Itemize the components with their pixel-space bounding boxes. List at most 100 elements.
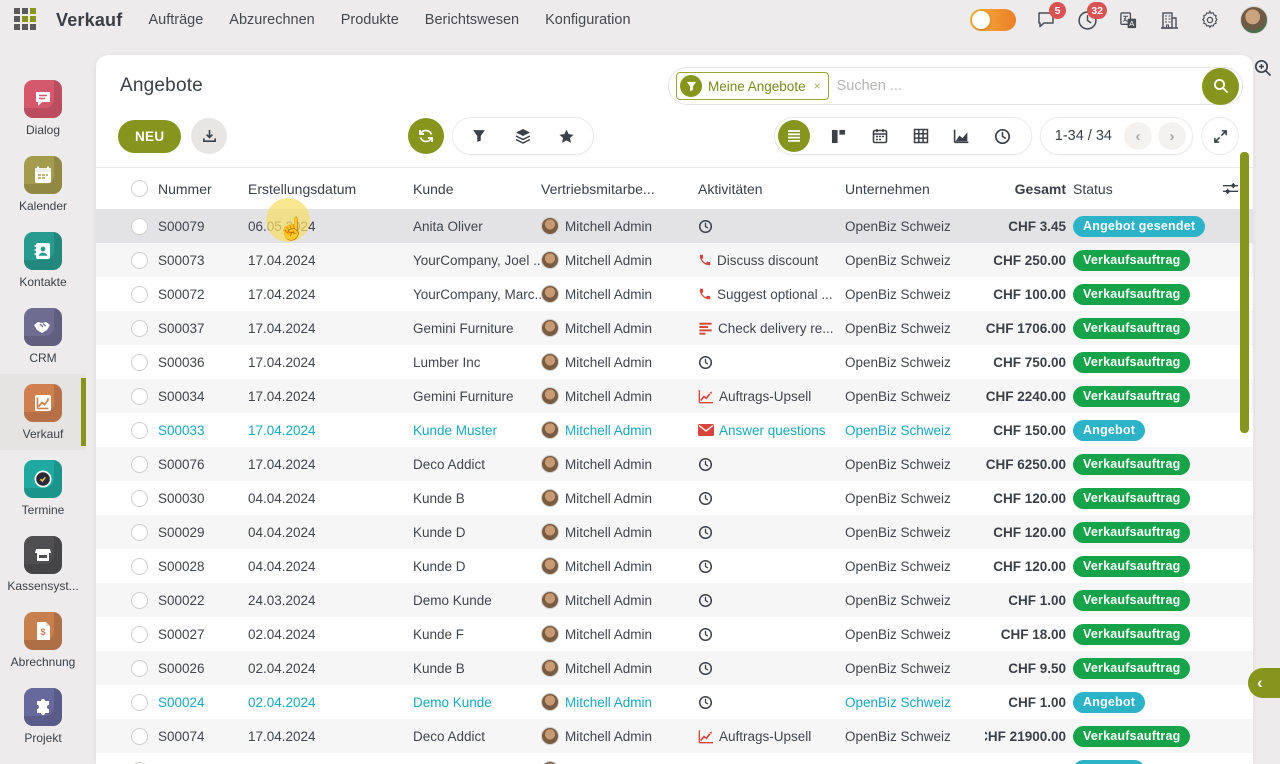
pager-prev-button[interactable]: ‹	[1124, 122, 1152, 150]
cell-activity[interactable]	[698, 457, 845, 472]
settings-button[interactable]	[1199, 9, 1221, 31]
menu-produkte[interactable]: Produkte	[341, 12, 399, 28]
row-checkbox[interactable]	[131, 320, 148, 337]
col-company[interactable]: Unternehmen	[845, 181, 985, 197]
export-button[interactable]	[191, 118, 227, 154]
activities-button[interactable]: 32	[1076, 9, 1098, 31]
clock-activity-icon[interactable]	[698, 525, 713, 540]
table-row[interactable]: S0002804.04.2024Kunde DMitchell AdminOpe…	[96, 549, 1253, 583]
clock-activity-icon[interactable]	[698, 661, 713, 676]
search-button[interactable]	[1202, 68, 1239, 105]
table-row[interactable]: S0002702.04.2024Kunde FMitchell AdminOpe…	[96, 617, 1253, 651]
clock-activity-icon[interactable]	[698, 219, 713, 234]
sidebar-item-verkauf[interactable]: Verkauf	[0, 374, 86, 450]
table-row[interactable]: S0003004.04.2024Kunde BMitchell AdminOpe…	[96, 481, 1253, 515]
clock-activity-icon[interactable]	[698, 695, 713, 710]
chart-activity-icon[interactable]	[698, 389, 714, 404]
zoom-magnifier-icon[interactable]	[1253, 58, 1273, 83]
clock-activity-icon[interactable]	[698, 457, 713, 472]
sidebar-item-projekt[interactable]: Projekt	[0, 678, 86, 754]
row-checkbox[interactable]	[131, 660, 148, 677]
row-checkbox[interactable]	[131, 422, 148, 439]
row-checkbox[interactable]	[131, 252, 148, 269]
row-checkbox[interactable]	[131, 456, 148, 473]
filters-icon[interactable]	[467, 124, 491, 148]
vertical-scrollbar[interactable]	[1240, 152, 1249, 433]
clock-activity-icon[interactable]	[698, 491, 713, 506]
menu-konfiguration[interactable]: Konfiguration	[545, 12, 630, 28]
cell-activity[interactable]	[698, 355, 845, 370]
company-button[interactable]	[1158, 9, 1180, 31]
cell-activity[interactable]: Answer questions	[698, 423, 845, 438]
cell-activity[interactable]: Check delivery re...	[698, 321, 845, 336]
dark-mode-toggle[interactable]	[970, 9, 1016, 31]
search-bar[interactable]: Meine Angebote × Suchen ...	[668, 67, 1243, 105]
row-checkbox[interactable]	[131, 694, 148, 711]
favorites-icon[interactable]	[555, 124, 579, 148]
col-number[interactable]: Nummer	[158, 181, 248, 197]
cell-activity[interactable]	[698, 661, 845, 676]
col-status[interactable]: Status	[1066, 181, 1207, 197]
menu-auftraege[interactable]: Aufträge	[148, 12, 203, 28]
user-avatar[interactable]	[1240, 6, 1268, 34]
pager-next-button[interactable]: ›	[1158, 122, 1186, 150]
row-checkbox[interactable]	[131, 728, 148, 745]
table-row[interactable]: S0007217.04.2024YourCompany, Marc...Mitc…	[96, 277, 1253, 311]
sidebar-item-kalender[interactable]: Kalender	[0, 146, 86, 222]
table-row[interactable]: S0007617.04.2024Deco AddictMitchell Admi…	[96, 447, 1253, 481]
sidebar-item-dialog[interactable]: Dialog	[0, 70, 86, 146]
col-salesperson[interactable]: Vertriebsmitarbe...	[541, 181, 698, 197]
pivot-view-button[interactable]	[909, 124, 933, 148]
table-row[interactable]: S0003617.04.2024Lumber IncMitchell Admin…	[96, 345, 1253, 379]
col-customer[interactable]: Kunde	[413, 181, 541, 197]
cell-activity[interactable]	[698, 491, 845, 506]
table-row[interactable]: S0002402.04.2024Demo KundeMitchell Admin…	[96, 685, 1253, 719]
sidebar-item-crm[interactable]: CRM	[0, 298, 86, 374]
table-row[interactable]: S0003417.04.2024Gemini FurnitureMitchell…	[96, 379, 1253, 413]
graph-view-button[interactable]	[950, 124, 974, 148]
filter-remove-icon[interactable]: ×	[814, 79, 821, 93]
clock-activity-icon[interactable]	[698, 627, 713, 642]
row-checkbox[interactable]	[131, 558, 148, 575]
table-row[interactable]: S0007317.04.2024YourCompany, Joel ...Mit…	[96, 243, 1253, 277]
clock-activity-icon[interactable]	[698, 355, 713, 370]
kanban-view-button[interactable]	[827, 124, 851, 148]
phone-activity-icon[interactable]	[698, 253, 712, 267]
cell-activity[interactable]	[698, 559, 845, 574]
cell-activity[interactable]: Auftrags-Upsell	[698, 729, 845, 744]
refresh-button[interactable]	[408, 118, 444, 154]
sidebar-item-termine[interactable]: Termine	[0, 450, 86, 526]
fullscreen-button[interactable]	[1201, 117, 1239, 155]
sidebar-item-kassensyst[interactable]: Kassensyst...	[0, 526, 86, 602]
col-activities[interactable]: Aktivitäten	[698, 181, 845, 197]
cell-activity[interactable]	[698, 627, 845, 642]
select-all-checkbox[interactable]	[131, 180, 148, 197]
sidebar-item-kontakte[interactable]: Kontakte	[0, 222, 86, 298]
translate-button[interactable]: A	[1117, 9, 1139, 31]
table-row[interactable]: S0003317.04.2024Kunde MusterMitchell Adm…	[96, 413, 1253, 447]
activity-view-button[interactable]	[991, 124, 1015, 148]
mail-activity-icon[interactable]	[698, 424, 714, 436]
messages-button[interactable]: 5	[1035, 9, 1057, 31]
list-view-button[interactable]	[778, 120, 810, 152]
table-row[interactable]: S0002602.04.2024Kunde BMitchell AdminOpe…	[96, 651, 1253, 685]
collapse-panel-button[interactable]: ‹	[1248, 668, 1280, 698]
table-row[interactable]: S0007906.05.2024Anita OliverMitchell Adm…	[96, 209, 1253, 243]
table-row[interactable]: S0002904.04.2024Kunde DMitchell AdminOpe…	[96, 515, 1253, 549]
cell-activity[interactable]	[698, 219, 845, 234]
groupby-icon[interactable]	[511, 124, 535, 148]
cell-activity[interactable]	[698, 593, 845, 608]
row-checkbox[interactable]	[131, 524, 148, 541]
row-checkbox[interactable]	[131, 286, 148, 303]
menu-abzurechnen[interactable]: Abzurechnen	[229, 12, 314, 28]
row-checkbox[interactable]	[131, 626, 148, 643]
table-row[interactable]: S0002324.03.2024Demo KundeMitchell Admin…	[96, 753, 1253, 764]
menu-berichtswesen[interactable]: Berichtswesen	[425, 12, 519, 28]
list-activity-icon[interactable]	[698, 321, 713, 335]
phone-activity-icon[interactable]	[698, 287, 712, 301]
cell-activity[interactable]	[698, 695, 845, 710]
cell-activity[interactable]: Discuss discount	[698, 253, 845, 268]
row-checkbox[interactable]	[131, 490, 148, 507]
search-placeholder[interactable]: Suchen ...	[837, 78, 1194, 94]
col-total[interactable]: Gesamt	[985, 181, 1066, 197]
